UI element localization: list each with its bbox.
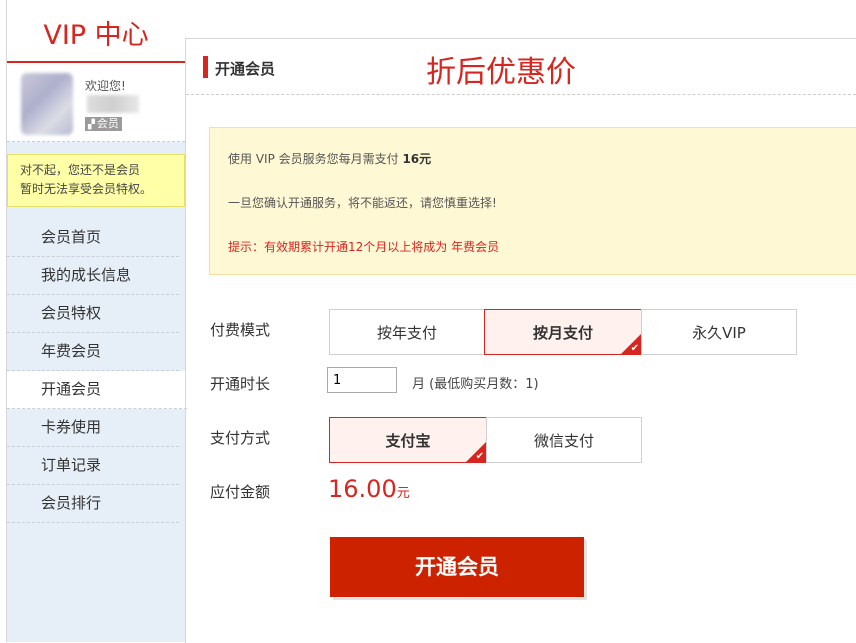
notice-line-2: 暂时无法享受会员特权。 bbox=[20, 182, 153, 196]
sidebar-title: VIP 中心 bbox=[7, 0, 185, 63]
notice-line-1: 对不起，您还不是会员 bbox=[20, 163, 141, 177]
info-tip: 提示：有效期累计开通12个月以上将成为 年费会员 bbox=[228, 240, 500, 254]
member-icon: ▞ bbox=[88, 120, 95, 130]
sidebar-item-growth[interactable]: 我的成长信息 bbox=[7, 257, 179, 295]
sidebar-item-ranking[interactable]: 会员排行 bbox=[7, 485, 179, 523]
check-mark-icon: ✔ bbox=[630, 343, 639, 354]
pay-mode-monthly-label: 按月支付 bbox=[532, 324, 593, 342]
info-box: 使用 VIP 会员服务您每月需支付 16元 一旦您确认开通服务，将不能返还，请您… bbox=[209, 127, 856, 275]
info-line-1: 使用 VIP 会员服务您每月需支付 16元 bbox=[228, 150, 431, 167]
promo-text: 折后优惠价 bbox=[426, 55, 576, 90]
pay-mode-monthly[interactable]: 按月支付 ✔ bbox=[484, 309, 642, 355]
avatar[interactable] bbox=[21, 73, 73, 135]
sidebar: VIP 中心 欢迎您! ▞ 会员 对不起，您还不是会员 暂时无法享受会员特权。 会… bbox=[6, 0, 187, 642]
username-blurred bbox=[87, 95, 139, 113]
main-header: 开通会员 折后优惠价 bbox=[186, 39, 856, 95]
sidebar-item-coupons[interactable]: 卡券使用 bbox=[7, 409, 179, 447]
member-badge: ▞ 会员 bbox=[85, 117, 122, 131]
info-price: 16元 bbox=[402, 152, 432, 166]
sidebar-item-open-membership[interactable]: 开通会员 bbox=[7, 371, 187, 409]
user-panel: 欢迎您! ▞ 会员 bbox=[7, 63, 185, 142]
main-panel: 开通会员 折后优惠价 使用 VIP 会员服务您每月需支付 16元 一旦您确认开通… bbox=[185, 38, 856, 643]
sidebar-item-home[interactable]: 会员首页 bbox=[7, 219, 179, 257]
pay-method-wechat[interactable]: 微信支付 bbox=[486, 417, 642, 463]
non-member-notice: 对不起，您还不是会员 暂时无法享受会员特权。 bbox=[7, 154, 185, 207]
amount-number: 16.00 bbox=[328, 475, 397, 503]
sidebar-menu: 会员首页 我的成长信息 会员特权 年费会员 开通会员 卡券使用 订单记录 会员排… bbox=[7, 219, 187, 523]
duration-label: 开通时长 bbox=[210, 375, 271, 393]
pay-method-label: 支付方式 bbox=[210, 429, 271, 447]
info-price-prefix: 使用 VIP 会员服务您每月需支付 bbox=[228, 152, 403, 166]
amount-label: 应付金额 bbox=[210, 483, 271, 501]
pay-mode-permanent[interactable]: 永久VIP bbox=[641, 309, 797, 355]
sidebar-item-orders[interactable]: 订单记录 bbox=[7, 447, 179, 485]
duration-note: 月 (最低购买月数：1) bbox=[412, 377, 539, 392]
sidebar-item-privileges[interactable]: 会员特权 bbox=[7, 295, 179, 333]
sidebar-item-annual[interactable]: 年费会员 bbox=[7, 333, 179, 371]
check-mark-icon: ✔ bbox=[475, 451, 484, 462]
pay-mode-label: 付费模式 bbox=[210, 321, 271, 339]
page-title: 开通会员 bbox=[215, 60, 276, 78]
amount-unit: 元 bbox=[396, 486, 410, 501]
amount-value: 16.00元 bbox=[328, 475, 410, 503]
member-badge-label: 会员 bbox=[96, 117, 119, 130]
pay-method-alipay-label: 支付宝 bbox=[385, 432, 431, 450]
open-membership-button[interactable]: 开通会员 bbox=[330, 537, 584, 597]
info-line-2: 一旦您确认开通服务，将不能返还，请您慎重选择! bbox=[228, 196, 497, 210]
title-accent-bar bbox=[203, 56, 208, 78]
pay-mode-yearly[interactable]: 按年支付 bbox=[329, 309, 485, 355]
pay-method-alipay[interactable]: 支付宝 ✔ bbox=[329, 417, 487, 463]
welcome-text: 欢迎您! bbox=[85, 79, 126, 93]
duration-input[interactable] bbox=[327, 367, 397, 393]
